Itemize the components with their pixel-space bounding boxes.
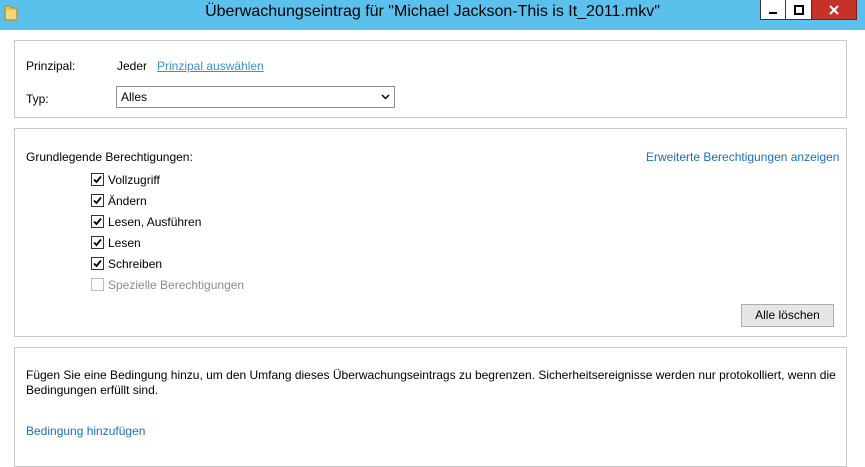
permissions-panel: Grundlegende Berechtigungen: Erweiterte … (14, 128, 847, 337)
maximize-icon (793, 4, 804, 15)
principal-label: Prinzipal: (26, 59, 76, 73)
chevron-down-icon (381, 94, 390, 100)
principal-panel: Prinzipal: Jeder Prinzipal auswählen Typ… (14, 40, 847, 118)
condition-description: Fügen Sie eine Bedingung hinzu, um den U… (26, 368, 836, 397)
checkmark-icon (93, 196, 102, 205)
permission-label: Spezielle Berechtigungen (108, 278, 245, 292)
title-bar[interactable]: Überwachungseintrag für "Michael Jackson… (0, 0, 865, 30)
minimize-icon (769, 11, 777, 14)
checkbox[interactable] (91, 215, 104, 228)
permission-label: Schreiben (108, 257, 163, 271)
checkmark-icon (93, 259, 102, 268)
select-principal-link[interactable]: Prinzipal auswählen (157, 59, 264, 73)
checkbox[interactable] (91, 257, 104, 270)
checkbox[interactable] (91, 194, 104, 207)
checkmark-icon (93, 238, 102, 247)
type-dropdown[interactable]: Alles (116, 86, 395, 108)
clear-all-button[interactable]: Alle löschen (741, 304, 834, 327)
checkbox[interactable] (91, 173, 104, 186)
minimize-button[interactable] (760, 0, 786, 20)
permissions-heading: Grundlegende Berechtigungen: (26, 150, 193, 164)
add-condition-link[interactable]: Bedingung hinzufügen (26, 424, 145, 438)
permission-label: Lesen (108, 236, 141, 250)
type-dropdown-value: Alles (121, 90, 148, 104)
permission-label: Lesen, Ausführen (108, 215, 202, 229)
principal-value: Jeder (117, 59, 148, 73)
advanced-permissions-link[interactable]: Erweiterte Berechtigungen anzeigen (646, 150, 839, 164)
permission-label: Ändern (108, 194, 147, 208)
permission-label: Vollzugriff (108, 173, 160, 187)
maximize-button[interactable] (785, 0, 812, 20)
condition-panel: Fügen Sie eine Bedingung hinzu, um den U… (14, 347, 847, 467)
checkbox[interactable] (91, 236, 104, 249)
checkmark-icon (93, 175, 102, 184)
checkmark-icon (93, 217, 102, 226)
close-icon (829, 4, 839, 15)
close-button[interactable] (811, 0, 857, 20)
type-label: Typ: (26, 92, 49, 106)
checkbox-disabled (91, 278, 104, 291)
window-title: Überwachungseintrag für "Michael Jackson… (205, 3, 660, 20)
